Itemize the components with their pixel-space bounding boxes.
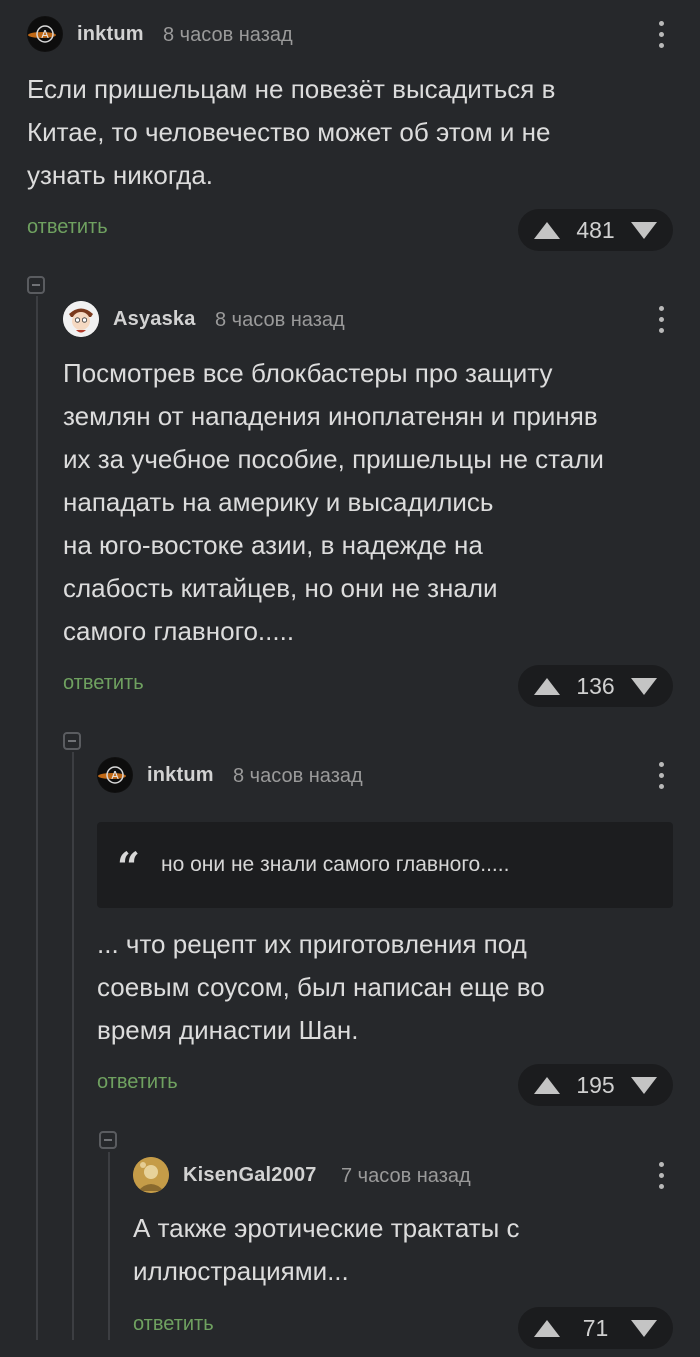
username[interactable]: Asyaska — [113, 308, 196, 331]
triangle-down-icon[interactable] — [631, 1076, 657, 1094]
triangle-up-icon[interactable] — [534, 1076, 560, 1094]
comment-header: KisenGal2007 7 часов назад — [133, 1157, 673, 1193]
triangle-up-icon[interactable] — [534, 1319, 560, 1337]
vote-count: 195 — [576, 1071, 615, 1098]
triangle-down-icon[interactable] — [631, 677, 657, 695]
more-vertical-icon[interactable] — [649, 1159, 673, 1191]
reply-link[interactable]: ответить — [27, 216, 108, 239]
avatar[interactable]: A — [97, 757, 133, 793]
vote-count: 71 — [582, 1314, 609, 1341]
comment-text: Если пришельцам не повезёт высадиться в … — [27, 74, 556, 190]
svg-text:A: A — [111, 769, 119, 782]
comment-3: A inktum 8 часов назад ... что рецепт их… — [97, 757, 673, 1107]
quote-icon: “ — [117, 844, 141, 891]
vote-control: 136 — [518, 665, 673, 707]
vote-count: 481 — [576, 216, 615, 243]
timestamp: 8 часов назад — [215, 309, 345, 331]
timestamp: 8 часов назад — [163, 24, 293, 46]
quote-block: “ но они не знали самого главного..... — [97, 822, 673, 908]
vote-control: 195 — [518, 1064, 673, 1106]
thread-line-level1 — [36, 296, 38, 1340]
avatar[interactable] — [133, 1157, 169, 1193]
collapse-minus-icon[interactable] — [63, 732, 81, 750]
comment-2: Asyaska 8 часов назад Посмотрев все блок… — [63, 301, 673, 711]
triangle-down-icon[interactable] — [631, 1319, 657, 1337]
comment-text: А также эротические трактаты с иллюстрац… — [133, 1213, 520, 1286]
triangle-up-icon[interactable] — [534, 221, 560, 239]
more-vertical-icon[interactable] — [649, 759, 673, 791]
username[interactable]: KisenGal2007 — [183, 1164, 317, 1187]
comment-text: Посмотрев все блокбастеры про защиту зем… — [63, 358, 604, 646]
comment-1: A inktum 8 часов назад Если пришельцам н… — [27, 16, 673, 256]
timestamp: 7 часов назад — [341, 1165, 471, 1187]
reply-link[interactable]: ответить — [63, 672, 144, 695]
collapse-minus-icon[interactable] — [99, 1131, 117, 1149]
comment-header: Asyaska 8 часов назад — [63, 301, 673, 337]
more-vertical-icon[interactable] — [649, 18, 673, 50]
thread-line-level3 — [108, 1152, 110, 1340]
avatar[interactable]: A — [27, 16, 63, 52]
triangle-up-icon[interactable] — [534, 677, 560, 695]
username[interactable]: inktum — [77, 23, 144, 46]
comment-header: A inktum 8 часов назад — [27, 16, 673, 52]
triangle-down-icon[interactable] — [631, 221, 657, 239]
more-vertical-icon[interactable] — [649, 303, 673, 335]
vote-count: 136 — [576, 672, 615, 699]
vote-control: 71 — [518, 1307, 673, 1349]
comment-text: ... что рецепт их приготовления под соев… — [97, 929, 545, 1045]
svg-text:A: A — [41, 28, 49, 41]
vote-control: 481 — [518, 209, 673, 251]
collapse-minus-icon[interactable] — [27, 276, 45, 294]
comment-4: KisenGal2007 7 часов назад А также эроти… — [133, 1157, 673, 1357]
avatar[interactable] — [63, 301, 99, 337]
comment-header: A inktum 8 часов назад — [97, 757, 673, 793]
reply-link[interactable]: ответить — [97, 1071, 178, 1094]
timestamp: 8 часов назад — [233, 765, 363, 787]
quote-text: но они не знали самого главного..... — [161, 853, 510, 876]
thread-line-level2 — [72, 752, 74, 1340]
username[interactable]: inktum — [147, 764, 214, 787]
reply-link[interactable]: ответить — [133, 1313, 214, 1336]
